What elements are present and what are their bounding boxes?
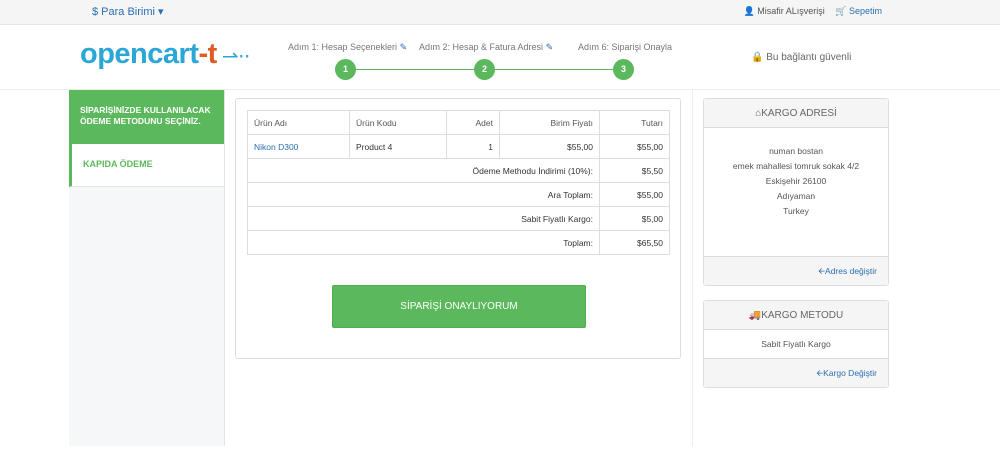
- secure-connection-notice: 🔒 Bu bağlantı güvenli: [751, 52, 852, 63]
- lock-icon: 🔒: [751, 52, 764, 63]
- arrow-left-icon: 🡨: [818, 266, 826, 276]
- payment-method-panel: SİPARİŞİNİZDE KULLANILACAK ÖDEME METODUN…: [69, 90, 225, 446]
- column-header: Ürün Adı: [247, 110, 350, 135]
- address-line: numan bostan: [769, 146, 823, 156]
- product-total: $55,00: [599, 134, 670, 159]
- shipping-address-title: ⌂KARGO ADRESİ: [704, 99, 888, 128]
- total-row: Toplam: $65,50: [247, 230, 670, 255]
- table-row: Nikon D300 Product 4 1 $55,00 $55,00: [247, 134, 670, 159]
- total-value: $5,00: [599, 206, 670, 231]
- currency-dropdown[interactable]: $ Para Birimi ▾: [92, 5, 164, 18]
- edit-icon: ✎: [545, 42, 554, 52]
- change-shipping-link[interactable]: 🡨Kargo Değiştir: [704, 358, 888, 387]
- cart-icon: 🛒: [835, 6, 847, 16]
- site-logo[interactable]: opencart-t ⇀⋅⋅: [80, 38, 250, 71]
- header: opencart-t ⇀⋅⋅ Adım 1: Hesap Seçenekleri…: [0, 26, 1000, 90]
- total-label: Toplam:: [247, 230, 600, 255]
- truck-icon: 🚚: [748, 310, 762, 321]
- right-divider: [692, 90, 693, 446]
- column-header: Tutarı: [599, 110, 670, 135]
- column-header: Adet: [446, 110, 500, 135]
- product-unit-price: $55,00: [499, 134, 600, 159]
- product-code: Product 4: [349, 134, 447, 159]
- top-right-links: 👤 Misafir ALışverişi 🛒 Sepetim: [735, 6, 882, 17]
- total-value: $5,50: [599, 158, 670, 183]
- shipping-method-title: 🚚KARGO METODU: [704, 301, 888, 330]
- product-name-link[interactable]: Nikon D300: [247, 134, 350, 159]
- shipping-method-value: Sabit Fiyatlı Kargo: [761, 339, 831, 349]
- total-row: Ara Toplam: $55,00: [247, 182, 670, 207]
- address-line: emek mahallesi tomruk sokak 4/2: [732, 161, 860, 171]
- user-icon: 👤: [743, 6, 755, 16]
- address-line: Eskişehir 26100: [765, 176, 827, 186]
- table-header-row: Ürün Adı Ürün Kodu Adet Birim Fiyatı Tut…: [247, 110, 670, 135]
- shipping-address-box: ⌂KARGO ADRESİ numan bostan emek mahalles…: [703, 98, 889, 286]
- edit-icon: ✎: [399, 42, 408, 52]
- logo-cart-icon: ⇀⋅⋅: [216, 46, 250, 68]
- step-3-dot: 3: [613, 59, 634, 80]
- order-table: Ürün Adı Ürün Kodu Adet Birim Fiyatı Tut…: [247, 110, 670, 255]
- column-header: Ürün Kodu: [349, 110, 447, 135]
- address-line: Adıyaman: [776, 191, 816, 201]
- total-label: Sabit Fiyatlı Kargo:: [247, 206, 600, 231]
- address-line: Turkey: [783, 206, 809, 216]
- total-label: Ödeme Methodu İndirimi (10%):: [247, 158, 600, 183]
- shipping-address-body: numan bostan emek mahallesi tomruk sokak…: [704, 128, 888, 256]
- payment-method-heading: SİPARİŞİNİZDE KULLANILACAK ÖDEME METODUN…: [69, 90, 224, 144]
- confirm-order-button[interactable]: SİPARİŞİ ONAYLIYORUM: [332, 285, 586, 328]
- total-value: $55,00: [599, 182, 670, 207]
- total-label: Ara Toplam:: [247, 182, 600, 207]
- order-summary-panel: Ürün Adı Ürün Kodu Adet Birim Fiyatı Tut…: [235, 98, 681, 359]
- total-value: $65,50: [599, 230, 670, 255]
- step-2-label[interactable]: Adım 2: Hesap & Fatura Adresi ✎: [419, 42, 553, 53]
- step-1-dot[interactable]: 1: [335, 59, 356, 80]
- guest-checkout-link[interactable]: 👤 Misafir ALışverişi: [743, 6, 824, 16]
- shipping-method-box: 🚚KARGO METODU Sabit Fiyatlı Kargo 🡨Kargo…: [703, 300, 889, 388]
- column-header: Birim Fiyatı: [499, 110, 600, 135]
- payment-option-cash-on-delivery[interactable]: KAPIDA ÖDEME: [69, 144, 224, 187]
- cart-link[interactable]: 🛒 Sepetim: [835, 6, 882, 16]
- top-bar: $ Para Birimi ▾ 👤 Misafir ALışverişi 🛒 S…: [0, 0, 1000, 25]
- step-3-label: Adım 6: Siparişi Onayla: [578, 42, 673, 52]
- product-qty: 1: [446, 134, 500, 159]
- change-address-link[interactable]: 🡨Adres değiştir: [704, 256, 888, 285]
- step-1-label[interactable]: Adım 1: Hesap Seçenekleri ✎: [288, 42, 407, 53]
- step-2-dot[interactable]: 2: [474, 59, 495, 80]
- total-row: Sabit Fiyatlı Kargo: $5,00: [247, 206, 670, 231]
- total-row: Ödeme Methodu İndirimi (10%): $5,50: [247, 158, 670, 183]
